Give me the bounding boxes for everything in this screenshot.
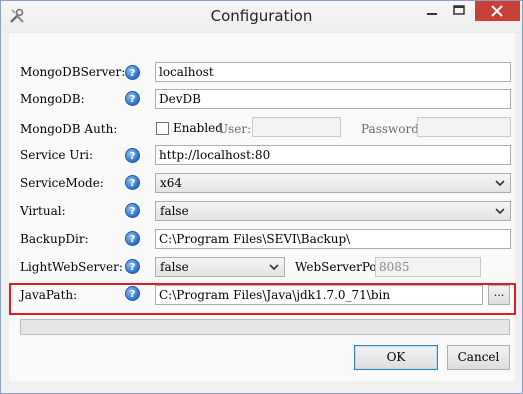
help-icon[interactable]: ? <box>125 91 140 106</box>
chevron-down-icon <box>495 180 505 187</box>
minimize-button[interactable] <box>419 1 445 21</box>
cancel-button[interactable]: Cancel <box>447 345 510 370</box>
service-uri-label: Service Uri: <box>20 148 94 162</box>
service-mode-value: x64 <box>160 176 183 190</box>
password-field[interactable] <box>417 117 511 137</box>
auth-enabled-checkbox[interactable] <box>156 122 169 135</box>
close-icon <box>491 5 503 17</box>
help-icon[interactable]: ? <box>125 286 140 301</box>
service-mode-label: ServiceMode: <box>20 176 104 190</box>
light-web-server-label: LightWebServer: <box>20 260 123 274</box>
mongodb-field[interactable]: DevDB <box>155 89 511 109</box>
service-uri-field[interactable]: http://localhost:80 <box>155 145 511 165</box>
maximize-button[interactable] <box>446 1 472 21</box>
ok-button[interactable]: OK <box>354 345 438 370</box>
user-field[interactable] <box>252 117 341 137</box>
maximize-icon <box>453 5 465 15</box>
java-path-label: JavaPath: <box>20 288 78 302</box>
light-web-server-value: false <box>160 260 189 274</box>
web-server-port-field[interactable]: 8085 <box>375 257 481 277</box>
bottom-edge <box>9 381 516 387</box>
service-mode-select[interactable]: x64 <box>155 173 511 193</box>
mongodb-auth-label: MongoDB Auth: <box>20 122 118 136</box>
auth-enabled-label[interactable]: Enabled <box>173 121 223 135</box>
close-button[interactable] <box>475 1 520 21</box>
browse-button[interactable]: ... <box>488 285 510 305</box>
virtual-label: Virtual: <box>20 204 66 218</box>
mongodb-server-label: MongoDBServer: <box>20 65 126 79</box>
help-icon[interactable]: ? <box>125 203 140 218</box>
progress-bar <box>20 319 510 335</box>
help-icon[interactable]: ? <box>125 65 140 80</box>
virtual-value: false <box>160 204 189 218</box>
title-bar[interactable]: Configuration <box>1 1 522 33</box>
help-icon[interactable]: ? <box>125 231 140 246</box>
backup-dir-label: BackupDir: <box>20 232 89 246</box>
configuration-window: Configuration MongoDBServer: ? localhost… <box>0 0 523 394</box>
java-path-field[interactable]: C:\Program Files\Java\jdk1.7.0_71\bin <box>155 285 483 305</box>
mongodb-label: MongoDB: <box>20 92 85 106</box>
virtual-select[interactable]: false <box>155 201 511 221</box>
help-icon[interactable]: ? <box>125 259 140 274</box>
help-icon[interactable]: ? <box>125 175 140 190</box>
user-label: User: <box>218 122 252 136</box>
light-web-server-select[interactable]: false <box>155 257 285 277</box>
backup-dir-field[interactable]: C:\Program Files\SEVI\Backup\ <box>155 229 511 249</box>
password-label: Password: <box>361 122 423 136</box>
help-icon[interactable]: ? <box>125 148 140 163</box>
chevron-down-icon <box>269 264 279 271</box>
chevron-down-icon <box>495 208 505 215</box>
minimize-icon <box>427 13 437 15</box>
mongodb-server-field[interactable]: localhost <box>155 62 511 82</box>
